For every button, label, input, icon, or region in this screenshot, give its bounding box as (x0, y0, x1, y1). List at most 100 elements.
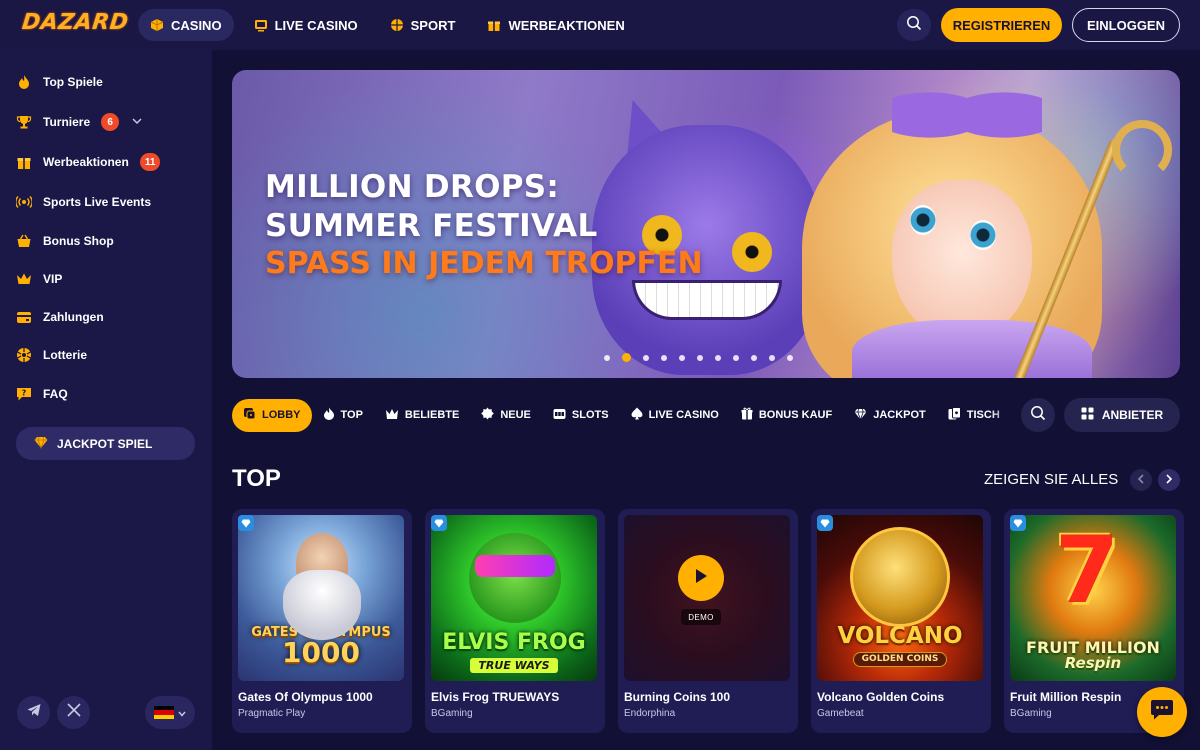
jackpot-diamond-icon (1010, 515, 1026, 531)
pagination-dot[interactable] (679, 354, 685, 361)
sidebar-item-label: Werbeaktionen (43, 155, 129, 169)
pagination-dot[interactable] (733, 354, 739, 361)
telegram-button[interactable] (17, 696, 50, 729)
live-chat-button[interactable] (1137, 687, 1187, 737)
art-line2: 1000 (282, 636, 360, 669)
svg-text:?: ? (22, 389, 27, 398)
pagination-dot[interactable] (604, 354, 610, 361)
spade-icon (631, 407, 643, 423)
language-selector[interactable] (145, 696, 195, 729)
pagination-dot-active[interactable] (622, 353, 631, 362)
tab-label: BELIEBTE (404, 409, 460, 421)
sidebar-item-vip[interactable]: VIP (16, 267, 62, 291)
sidebar-item-werbeaktionen[interactable]: Werbeaktionen 11 (16, 150, 161, 174)
game-card[interactable]: ELVIS FROG TRUE WAYS Elvis Frog TRUEWAYS… (425, 509, 605, 733)
game-name: Elvis Frog TRUEWAYS (431, 690, 560, 704)
play-button[interactable] (678, 555, 724, 601)
game-card[interactable]: DEMO Burning Coins 100 Endorphina (618, 509, 798, 733)
nav-werbeaktionen[interactable]: WERBEAKTIONEN (475, 9, 636, 41)
search-icon (906, 15, 922, 36)
crown-icon (16, 271, 32, 287)
sidebar-item-lotterie[interactable]: Lotterie (16, 343, 87, 367)
art-line2: GOLDEN COINS (852, 652, 948, 667)
promo-banner[interactable]: MILLION DROPS: SUMMER FESTIVAL SPASS IN … (232, 70, 1180, 378)
sidebar-item-sports-live-events[interactable]: Sports Live Events (16, 190, 151, 214)
game-search-button[interactable] (1021, 398, 1055, 432)
header-search-button[interactable] (897, 9, 931, 41)
login-button[interactable]: EINLOGGEN (1072, 8, 1180, 42)
jackpot-diamond-icon (431, 515, 447, 531)
tab-label: TOP (340, 409, 363, 421)
sidebar: Top Spiele Turniere 6 Werbeaktionen 11 S… (0, 50, 212, 750)
nav-sport[interactable]: SPORT (378, 9, 468, 41)
search-icon (1030, 405, 1046, 426)
pagination-dot[interactable] (697, 354, 703, 361)
nav-sport-label: SPORT (410, 17, 456, 33)
tab-live-casino[interactable]: LIVE CASINO (620, 399, 730, 432)
nav-live-casino[interactable]: LIVE CASINO (242, 9, 370, 41)
ball-icon (390, 18, 404, 32)
providers-button[interactable]: ANBIETER (1064, 398, 1180, 432)
tab-bonus-kauf[interactable]: BONUS KAUF (730, 399, 843, 432)
sidebar-item-top-spiele[interactable]: Top Spiele (16, 70, 103, 94)
game-thumbnail[interactable]: ELVIS FROG TRUE WAYS (431, 515, 597, 681)
carousel-prev-button[interactable] (1130, 469, 1152, 491)
gift-icon (487, 18, 501, 32)
pagination-dot[interactable] (769, 354, 775, 361)
pagination-dot[interactable] (643, 354, 649, 361)
gold-coin (850, 527, 950, 627)
game-card[interactable]: VOLCANO GOLDEN COINS Volcano Golden Coin… (811, 509, 991, 733)
pagination-dot[interactable] (787, 354, 793, 361)
game-name: Volcano Golden Coins (817, 690, 945, 704)
game-thumbnail[interactable]: 7 FRUIT MILLION Respin (1010, 515, 1176, 681)
tab-top[interactable]: TOP (312, 399, 374, 432)
tab-label: JACKPOT (873, 409, 926, 421)
sidebar-item-label: Lotterie (43, 348, 88, 362)
broadcast-icon (16, 194, 32, 210)
carousel-next-button[interactable] (1158, 469, 1180, 491)
see-all-link[interactable]: ZEIGEN SIE ALLES (984, 471, 1118, 488)
game-provider: Gamebeat (817, 708, 864, 719)
x-button[interactable] (57, 696, 90, 729)
girl-face (892, 180, 1032, 340)
jackpot-game-button[interactable]: JACKPOT SPIEL (16, 427, 195, 460)
basket-icon (16, 233, 32, 249)
tab-slots[interactable]: SLOTS (542, 399, 620, 432)
tab-jackpot[interactable]: JACKPOT (843, 399, 937, 432)
tab-neue[interactable]: NEUE (470, 399, 542, 432)
sidebar-item-label: FAQ (43, 387, 68, 401)
diamond-icon (854, 408, 867, 423)
chevron-down-icon[interactable] (132, 117, 142, 128)
sidebar-item-turniere[interactable]: Turniere 6 (16, 110, 142, 134)
demo-button[interactable]: DEMO (681, 609, 721, 625)
sidebar-item-faq[interactable]: ? FAQ (16, 382, 68, 406)
jackpot-diamond-icon (817, 515, 833, 531)
art-line1: VOLCANO (837, 623, 963, 649)
nav-casino[interactable]: CASINO (138, 9, 234, 41)
game-card[interactable]: GATES of OLYMPUS 1000 Gates Of Olympus 1… (232, 509, 412, 733)
tab-lobby[interactable]: LOBBY (232, 398, 312, 432)
sidebar-item-label: VIP (43, 272, 63, 286)
tab-beliebte[interactable]: BELIEBTE (374, 399, 470, 432)
game-thumbnail[interactable]: GATES of OLYMPUS 1000 (238, 515, 404, 681)
game-provider: Pragmatic Play (238, 708, 306, 719)
frog-sunglasses (475, 555, 555, 577)
banner-title-line2: SUMMER FESTIVAL (265, 208, 598, 244)
cat-smile (632, 280, 782, 320)
seven-symbol: 7 (1055, 517, 1120, 624)
tab-label: LOBBY (262, 409, 301, 421)
pagination-dot[interactable] (661, 354, 667, 361)
game-provider: Endorphina (624, 708, 676, 719)
sidebar-item-zahlungen[interactable]: Zahlungen (16, 305, 104, 329)
flame-icon (323, 407, 335, 423)
tab-label: NEUE (500, 409, 531, 421)
game-thumbnail[interactable]: VOLCANO GOLDEN COINS (817, 515, 983, 681)
cat-eye (732, 232, 772, 272)
register-button[interactable]: REGISTRIEREN (941, 8, 1062, 42)
pagination-dot[interactable] (715, 354, 721, 361)
pagination-dot[interactable] (751, 354, 757, 361)
brand-logo[interactable]: DAZARD (21, 10, 130, 35)
tab-label: BONUS KAUF (758, 409, 833, 421)
game-name: Gates Of Olympus 1000 (238, 690, 373, 704)
sidebar-item-bonus-shop[interactable]: Bonus Shop (16, 229, 114, 253)
